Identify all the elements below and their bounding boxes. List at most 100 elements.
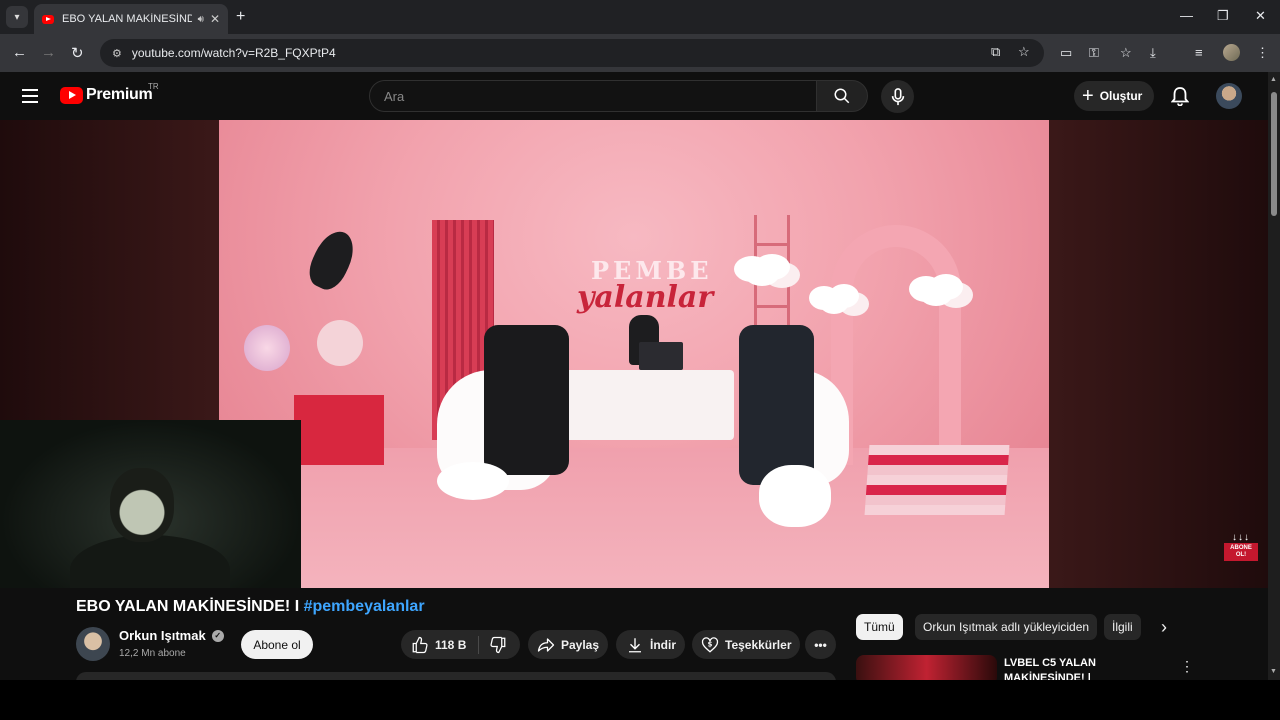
window-close-icon[interactable]: ✕ (1255, 8, 1266, 24)
screen: ▾ EBO YALAN MAKİNESİNDE! 🔊︎ ✕ + — ❐ ✕ ← … (0, 0, 1280, 680)
chip-all[interactable]: Tümü (856, 614, 903, 640)
orca-decoration (303, 225, 361, 295)
notifications-bell-icon[interactable] (1170, 86, 1190, 111)
like-dislike-group: 118 B (401, 630, 520, 659)
new-tab-icon[interactable]: + (236, 8, 245, 26)
dislike-button[interactable] (479, 636, 513, 654)
tab-close-icon[interactable]: ✕ (210, 12, 220, 26)
like-button[interactable]: 118 B (401, 635, 480, 654)
white-pouf-left (437, 462, 509, 500)
scroll-down-arrow-icon[interactable]: ▼ (1270, 668, 1277, 675)
video-frame[interactable]: PEMBE yalanlar (219, 120, 1049, 588)
channel-name[interactable]: Orkun Işıtmak (119, 628, 206, 643)
minimize-icon[interactable]: — (1180, 8, 1193, 23)
channel-avatar[interactable] (76, 627, 110, 661)
create-button[interactable]: + Oluştur (1074, 81, 1155, 111)
plus-icon: + (1082, 84, 1094, 107)
reload-icon[interactable]: ↻ (71, 44, 84, 62)
logo-region-text: TR (148, 82, 159, 91)
description-box[interactable] (76, 672, 836, 680)
browser-profile-avatar[interactable] (1223, 44, 1240, 61)
menu-icon[interactable] (22, 89, 38, 103)
media-control-icon[interactable]: ≡ (1195, 45, 1203, 60)
chip-from-uploader[interactable]: Orkun Işıtmak adlı yükleyiciden (915, 614, 1098, 640)
subscriber-count: 12,2 Mn abone (119, 648, 186, 659)
youtube-premium-logo[interactable]: Premium TR (60, 82, 159, 104)
subscribe-watermark[interactable]: ↓↓↓ ABONE OL! (1224, 532, 1258, 568)
thumbs-down-icon (490, 636, 506, 653)
microphone-icon (891, 87, 904, 105)
recommendation-menu-icon[interactable]: ⋮ (1180, 658, 1194, 675)
scrollbar-thumb[interactable] (1271, 92, 1277, 216)
webcam-person-body (70, 535, 230, 588)
laptop (639, 342, 683, 370)
heart-dollar-icon: $ (701, 636, 719, 653)
show-sign-line2: yalanlar (577, 280, 714, 315)
cloud-decoration (919, 280, 953, 306)
download-label: İndir (650, 637, 676, 652)
video-title-text: EBO YALAN MAKİNESİNDE! I (76, 598, 304, 615)
share-label: Paylaş (561, 637, 600, 652)
browser-toolbar: ← → ↻ ⚙ youtube.com/watch?v=R2B_FQXPtP4 … (0, 34, 1280, 72)
search-box (369, 80, 817, 112)
browser-tab-active[interactable]: EBO YALAN MAKİNESİNDE! 🔊︎ ✕ (34, 4, 228, 34)
page-scrollbar[interactable]: ▲ ▼ (1268, 72, 1280, 680)
gumball-machine (244, 325, 290, 371)
cloud-decoration (744, 260, 780, 286)
down-arrows-icon: ↓↓↓ (1232, 532, 1250, 543)
thanks-label: Teşekkürler (725, 637, 792, 652)
site-info-icon[interactable]: ⚙ (112, 47, 122, 60)
white-pouf-right (759, 465, 831, 527)
restore-icon[interactable]: ❐ (1217, 8, 1229, 24)
download-arrow-icon (629, 637, 641, 652)
book-stack (864, 445, 1010, 515)
youtube-play-icon (60, 86, 83, 104)
tab-search-icon[interactable]: ▾ (6, 6, 28, 28)
like-count: 118 B (435, 637, 467, 652)
back-icon[interactable]: ← (12, 44, 27, 61)
subscribe-button[interactable]: Abone ol (241, 630, 313, 659)
subscribe-watermark-text: ABONE OL! (1224, 543, 1258, 561)
address-bar[interactable]: ⚙ youtube.com/watch?v=R2B_FQXPtP4 (100, 39, 1044, 67)
more-actions-button[interactable]: ••• (805, 630, 836, 659)
download-button[interactable]: İndir (616, 630, 685, 659)
scroll-up-arrow-icon[interactable]: ▲ (1270, 76, 1277, 83)
youtube-masthead: Premium TR + Oluştur (0, 72, 1268, 120)
guest-left-figure (484, 325, 569, 475)
search-input[interactable] (370, 81, 816, 111)
download-icon[interactable]: ⤓ (1150, 45, 1156, 61)
letterbox-bottom (0, 680, 1280, 720)
youtube-favicon-icon (42, 14, 54, 24)
video-player[interactable]: PEMBE yalanlar ↓↓↓ ABONE OL! (0, 120, 1268, 588)
audio-playing-icon[interactable]: 🔊︎ (198, 14, 204, 25)
forward-icon[interactable]: → (41, 44, 56, 61)
desk (544, 370, 734, 440)
recommendation-thumbnail[interactable] (856, 655, 997, 680)
account-avatar[interactable] (1216, 83, 1242, 109)
channel-name-row[interactable]: Orkun Işıtmak ✓ (119, 628, 224, 643)
search-icon (834, 88, 850, 104)
chip-related[interactable]: İlgili (1104, 614, 1141, 640)
red-pedestal (294, 395, 384, 465)
recommendation-title[interactable]: LVBEL C5 YALAN MAKİNESİNDE! | (1004, 656, 1154, 680)
hashtag-link[interactable]: #pembeyalanlar (304, 598, 425, 615)
share-button[interactable]: Paylaş (528, 630, 608, 659)
webcam-overlay (0, 420, 301, 588)
tab-title: EBO YALAN MAKİNESİNDE! (62, 13, 192, 25)
chevron-right-icon[interactable]: › (1161, 617, 1167, 638)
pink-arch (831, 225, 961, 465)
install-app-icon[interactable]: ⧉ (991, 44, 1000, 60)
thanks-button[interactable]: $ Teşekkürler (692, 630, 800, 659)
browser-tab-strip: ▾ EBO YALAN MAKİNESİNDE! 🔊︎ ✕ + — ❐ ✕ (0, 0, 1280, 34)
browser-menu-icon[interactable]: ⋮ (1256, 45, 1269, 61)
extensions-star-icon[interactable]: ☆ (1120, 45, 1132, 61)
verified-check-icon: ✓ (211, 629, 224, 642)
share-arrow-icon (537, 637, 555, 652)
card-icon[interactable]: ▭ (1060, 45, 1072, 61)
bookmark-star-icon[interactable]: ☆ (1018, 44, 1030, 60)
voice-search-button[interactable] (881, 80, 914, 113)
logo-brand-text: Premium (86, 86, 153, 103)
guest-right-figure (739, 325, 814, 485)
key-icon[interactable]: ⚿ (1089, 45, 1099, 61)
search-button[interactable] (816, 80, 868, 112)
